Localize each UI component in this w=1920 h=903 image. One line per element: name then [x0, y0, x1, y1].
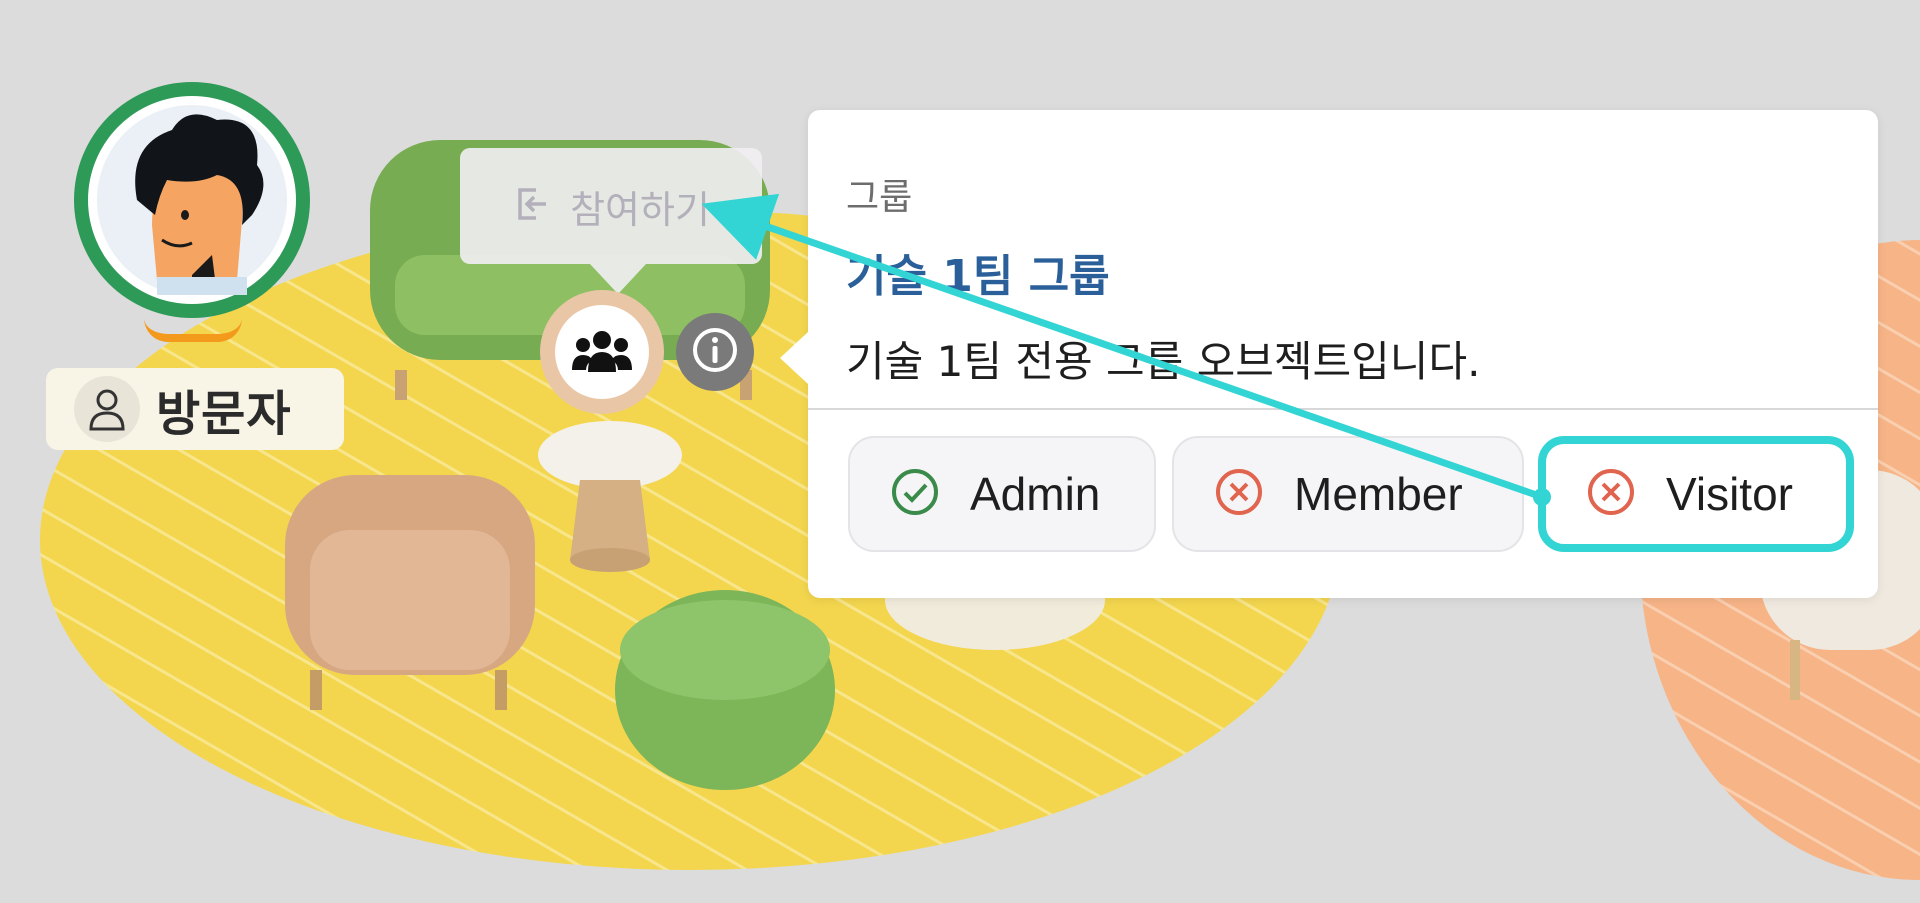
popover-divider [808, 408, 1878, 410]
group-object[interactable] [540, 290, 664, 414]
x-circle-icon [1214, 467, 1264, 522]
role-label-visitor: Visitor [1666, 468, 1793, 520]
group-info-popover: 그룹 기술 1팀 그룹 기술 1팀 전용 그룹 오브젝트입니다. Admin M… [780, 110, 1878, 598]
user-avatar[interactable] [74, 82, 310, 318]
enter-icon [512, 184, 552, 229]
person-avatar-icon [97, 105, 287, 295]
avatar-status-underline [144, 318, 242, 342]
user-name-badge: 방문자 [46, 368, 344, 450]
popover-title: 기술 1팀 그룹 [846, 251, 1110, 302]
user-outline-icon [74, 376, 140, 442]
green-pouf [615, 590, 835, 790]
avatar-face [88, 96, 296, 304]
popover-description: 기술 1팀 전용 그룹 오브젝트입니다. [846, 337, 1481, 386]
join-label: 참여하기 [570, 187, 710, 232]
info-icon [690, 325, 740, 380]
role-label-admin: Admin [970, 468, 1101, 520]
x-circle-icon [1586, 467, 1636, 522]
check-circle-icon [890, 467, 940, 522]
role-chip-admin[interactable]: Admin [848, 436, 1156, 552]
role-label-member: Member [1294, 468, 1463, 520]
user-name: 방문자 [156, 386, 292, 442]
popover-category: 그룹 [846, 177, 913, 218]
group-icon [555, 305, 649, 399]
join-button[interactable]: 참여하기 [460, 148, 762, 294]
info-button[interactable] [676, 313, 754, 391]
role-chip-member[interactable]: Member [1172, 436, 1524, 552]
role-chip-visitor[interactable]: Visitor [1538, 436, 1854, 552]
